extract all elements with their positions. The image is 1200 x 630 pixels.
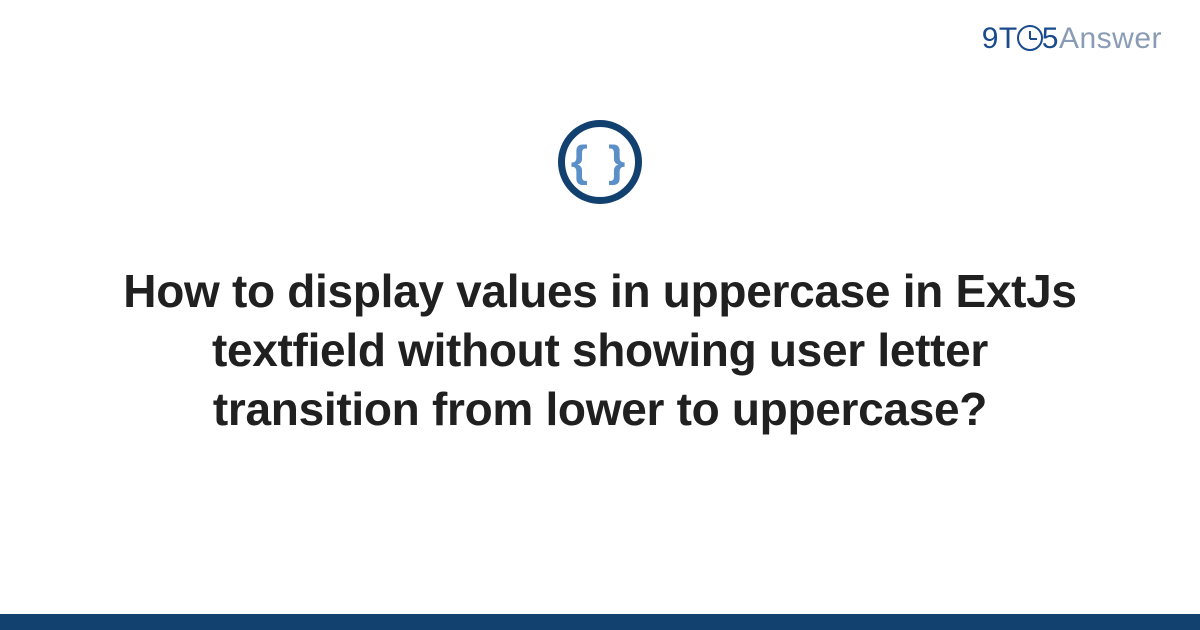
braces-icon: { } — [571, 140, 629, 184]
clock-icon — [1017, 25, 1043, 51]
main-content: { } How to display values in uppercase i… — [0, 120, 1200, 439]
category-icon-circle: { } — [558, 120, 642, 204]
footer-accent-bar — [0, 614, 1200, 630]
question-title: How to display values in uppercase in Ex… — [0, 262, 1200, 439]
logo-middle: 5 — [1042, 22, 1059, 55]
logo-prefix: 9T — [982, 22, 1018, 55]
site-logo: 9T 5Answer — [982, 22, 1162, 56]
logo-suffix: Answer — [1059, 22, 1162, 55]
